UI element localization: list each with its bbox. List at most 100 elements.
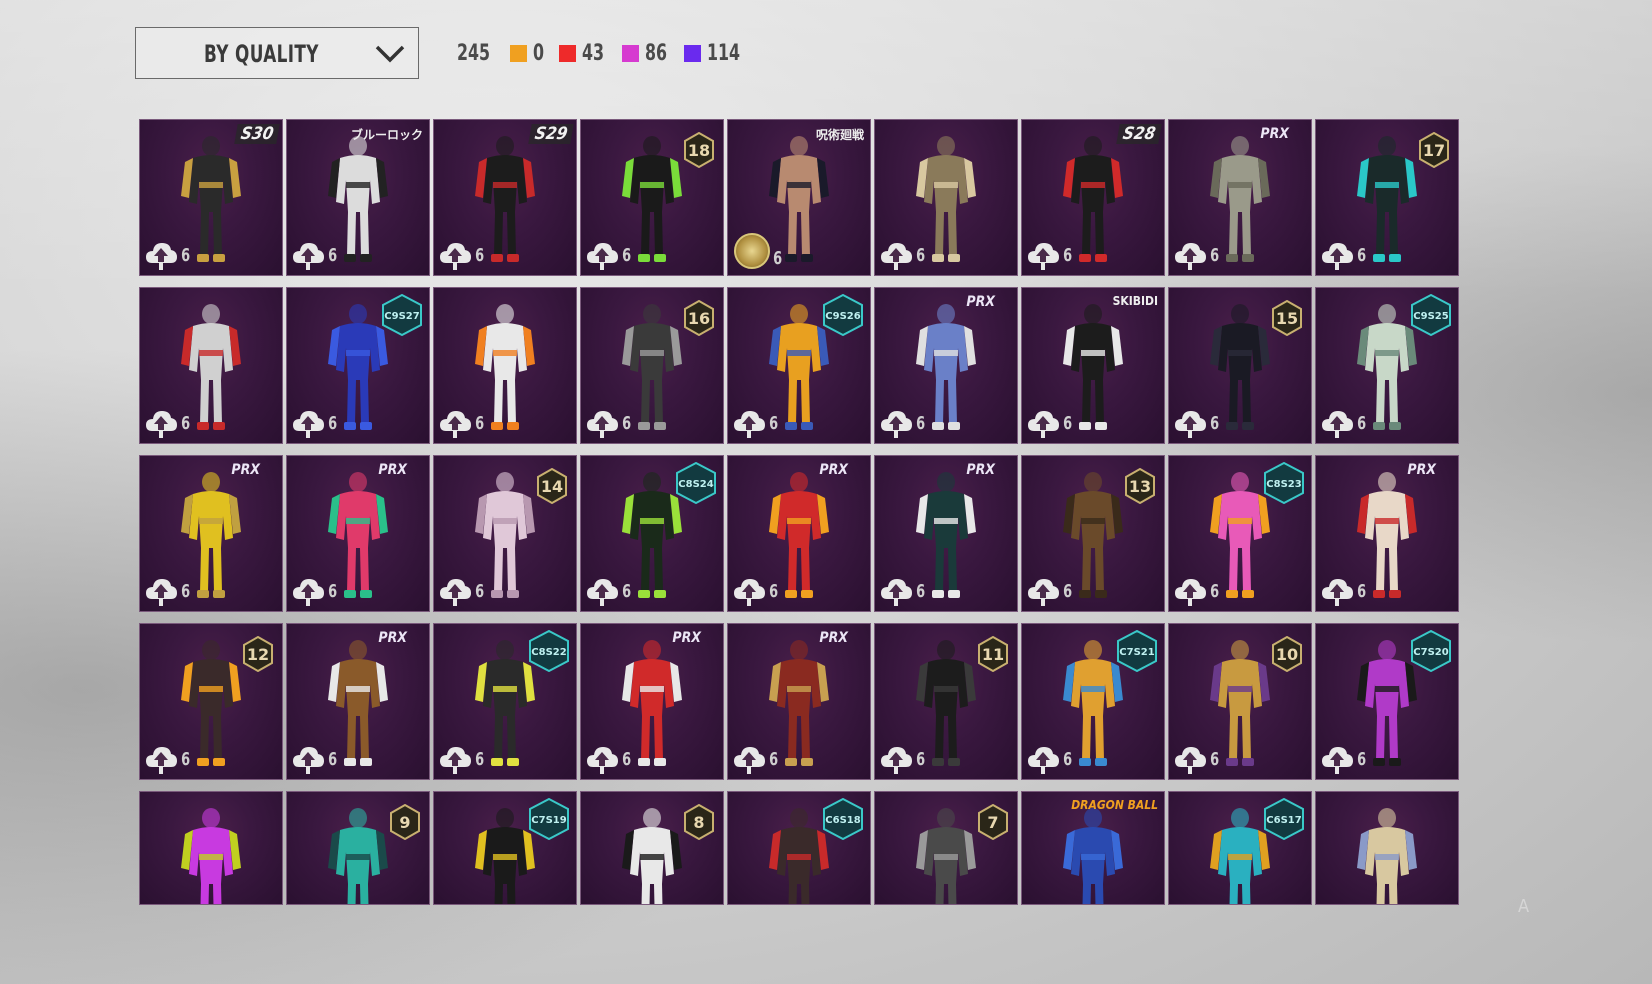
outfit-card[interactable]: 6 — [874, 119, 1018, 276]
cycle-season-label: C8S24 — [678, 479, 713, 490]
outfit-card[interactable]: 7 — [874, 791, 1018, 905]
cycle-season-label: C9S27 — [384, 311, 419, 322]
upgrade-cloud-icon — [440, 411, 471, 438]
upgrade-indicator: 6 — [1026, 575, 1073, 607]
prx-logo: PRX — [966, 294, 995, 310]
upgrade-indicator: 6 — [879, 575, 926, 607]
upgrade-level: 6 — [475, 412, 485, 434]
outfit-card[interactable]: PRX 6 — [727, 455, 871, 612]
outfit-card[interactable]: C9S27 6 — [286, 287, 430, 444]
outfit-card[interactable]: 10 6 — [1168, 623, 1312, 780]
quality-stat-0: 0 — [510, 41, 547, 66]
upgrade-indicator: 6 — [585, 407, 632, 439]
outfit-card[interactable] — [1315, 791, 1459, 905]
outfit-card[interactable]: PRX 6 — [874, 287, 1018, 444]
outfit-card[interactable]: 呪術廻戦 6 — [727, 119, 871, 276]
upgrade-indicator: 6 — [291, 575, 338, 607]
outfit-card[interactable]: ブルーロック 6 — [286, 119, 430, 276]
toolbar: BY QUALITY 245 0 43 86 114 — [135, 27, 761, 79]
upgrade-level: 6 — [916, 412, 926, 434]
upgrade-indicator: 6 — [291, 407, 338, 439]
outfit-card[interactable]: PRX 6 — [580, 623, 724, 780]
upgrade-cloud-icon — [146, 411, 177, 438]
upgrade-cloud-icon — [587, 411, 618, 438]
outfit-card[interactable]: PRX 6 — [286, 455, 430, 612]
collab-logo: 呪術廻戦 — [815, 128, 864, 142]
outfit-card[interactable]: C8S22 6 — [433, 623, 577, 780]
outfit-card[interactable]: SKIBIDI 6 — [1021, 287, 1165, 444]
outfit-card[interactable]: PRX 6 — [874, 455, 1018, 612]
upgrade-cloud-icon — [587, 747, 618, 774]
outfit-card[interactable]: 17 6 — [1315, 119, 1459, 276]
outfit-card[interactable]: S28 6 — [1021, 119, 1165, 276]
upgrade-level: 6 — [1210, 244, 1220, 266]
outfit-card[interactable]: C7S21 6 — [1021, 623, 1165, 780]
outfit-card[interactable]: 8 — [580, 791, 724, 905]
cycle-season-badge: C7S20 — [1411, 630, 1451, 672]
outfit-card[interactable]: 18 6 — [580, 119, 724, 276]
outfit-card[interactable]: 13 6 — [1021, 455, 1165, 612]
outfit-card[interactable]: 11 6 — [874, 623, 1018, 780]
season-tag: S28 — [1115, 124, 1162, 144]
outfit-card[interactable]: 6 — [139, 287, 283, 444]
upgrade-indicator: 6 — [291, 239, 338, 271]
upgrade-level: 6 — [328, 244, 338, 266]
outfit-card[interactable]: C8S24 6 — [580, 455, 724, 612]
upgrade-cloud-icon — [440, 579, 471, 606]
level-badge-number: 8 — [693, 813, 704, 832]
outfit-card[interactable]: C7S20 6 — [1315, 623, 1459, 780]
upgrade-cloud-icon — [734, 579, 765, 606]
upgrade-cloud-icon — [146, 579, 177, 606]
outfit-card[interactable]: S29 6 — [433, 119, 577, 276]
prx-logo: PRX — [231, 462, 260, 478]
upgrade-level: 6 — [773, 248, 783, 269]
quality-color-swatch — [510, 44, 528, 62]
outfit-figure — [181, 808, 241, 904]
outfit-card[interactable]: 15 6 — [1168, 287, 1312, 444]
upgrade-level: 6 — [328, 412, 338, 434]
outfit-card[interactable]: PRX 6 — [727, 623, 871, 780]
outfit-card[interactable]: 14 6 — [433, 455, 577, 612]
upgrade-indicator: 6 — [1320, 239, 1367, 271]
level-badge: 13 — [1125, 468, 1155, 504]
outfit-card[interactable]: C6S18 — [727, 791, 871, 905]
outfit-card[interactable]: 12 6 — [139, 623, 283, 780]
upgrade-cloud-icon — [1028, 243, 1059, 270]
upgrade-cloud-icon — [1322, 243, 1353, 270]
upgrade-cloud-icon — [1175, 579, 1206, 606]
outfit-card[interactable]: C6S17 — [1168, 791, 1312, 905]
upgrade-level: 6 — [916, 244, 926, 266]
outfit-card[interactable]: PRX 6 — [1168, 119, 1312, 276]
upgrade-indicator: 6 — [438, 407, 485, 439]
upgrade-cloud-icon — [146, 747, 177, 774]
upgrade-level: 6 — [1063, 580, 1073, 602]
quality-count: 114 — [707, 40, 741, 66]
upgrade-indicator: 6 — [1320, 575, 1367, 607]
outfit-card[interactable]: 16 6 — [580, 287, 724, 444]
outfit-card[interactable] — [139, 791, 283, 905]
cycle-season-badge: C9S25 — [1411, 294, 1451, 336]
cycle-season-label: C7S21 — [1119, 647, 1154, 658]
outfit-card[interactable]: 9 — [286, 791, 430, 905]
outfit-card[interactable]: PRX 6 — [139, 455, 283, 612]
dropdown-label: BY QUALITY — [204, 40, 319, 68]
level-badge: 17 — [1419, 132, 1449, 168]
outfit-card[interactable]: C7S19 — [433, 791, 577, 905]
quality-sort-dropdown[interactable]: BY QUALITY — [135, 27, 419, 79]
outfit-card[interactable]: PRX 6 — [1315, 455, 1459, 612]
outfit-card[interactable]: S30 6 — [139, 119, 283, 276]
upgrade-indicator: 6 — [1026, 407, 1073, 439]
quality-stats: 0 43 86 114 — [510, 41, 760, 66]
upgrade-level: 6 — [475, 580, 485, 602]
upgrade-cloud-icon — [1175, 243, 1206, 270]
upgrade-indicator: 6 — [438, 239, 485, 271]
upgrade-level: 6 — [916, 580, 926, 602]
outfit-card[interactable]: DRAGON BALL — [1021, 791, 1165, 905]
outfit-card[interactable]: PRX 6 — [286, 623, 430, 780]
prx-logo: PRX — [966, 462, 995, 478]
outfit-card[interactable]: C8S23 6 — [1168, 455, 1312, 612]
outfit-card[interactable]: C9S26 6 — [727, 287, 871, 444]
outfit-card[interactable]: C9S25 6 — [1315, 287, 1459, 444]
upgrade-level: 6 — [1210, 748, 1220, 770]
outfit-card[interactable]: 6 — [433, 287, 577, 444]
